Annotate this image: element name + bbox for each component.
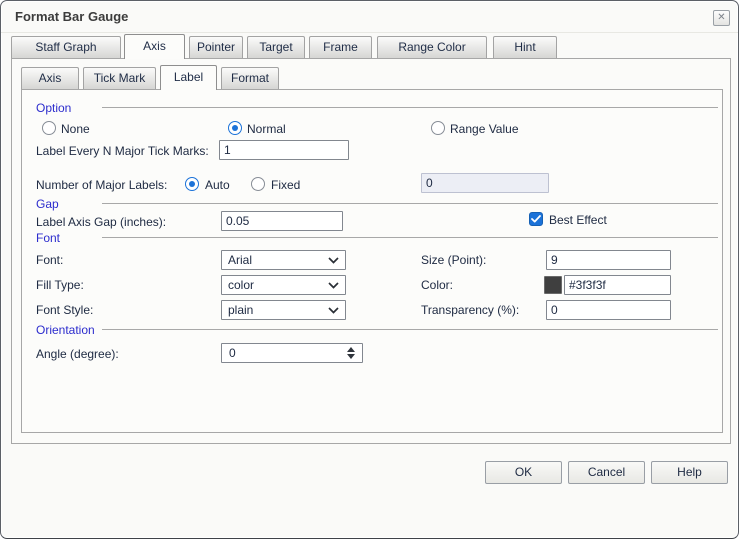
tab-pointer[interactable]: Pointer [189,36,243,58]
subtab-axis[interactable]: Axis [21,67,79,89]
font-select[interactable]: Arial [221,250,346,270]
label-every-n-input[interactable] [219,140,349,160]
dialog-title: Format Bar Gauge [15,9,128,24]
label-every-n-label: Label Every N Major Tick Marks: [36,144,209,158]
option-section-header: Option [36,101,71,115]
format-bar-gauge-dialog: Format Bar Gauge ✕ Staff Graph Axis Poin… [0,0,739,539]
fixed-radio[interactable] [251,177,265,191]
angle-degree-label: Angle (degree): [36,347,119,361]
fill-type-select-value: color [228,278,254,292]
tab-frame[interactable]: Frame [309,36,372,58]
transparency-input[interactable] [546,300,671,320]
font-select-value: Arial [228,253,252,267]
cancel-button[interactable]: Cancel [568,461,645,484]
fixed-count-input [421,173,549,193]
check-icon [531,215,541,223]
transparency-label: Transparency (%): [421,303,519,317]
color-label: Color: [421,278,453,292]
chevron-down-icon [328,257,339,264]
none-radio[interactable] [42,121,56,135]
stepper-arrows [347,347,355,359]
fill-type-select[interactable]: color [221,275,346,295]
orientation-section-divider [102,329,718,330]
best-effect-checkbox[interactable] [529,212,543,226]
font-style-select-value: plain [228,303,253,317]
font-style-select[interactable]: plain [221,300,346,320]
color-swatch[interactable] [544,276,562,294]
size-point-input[interactable] [546,250,671,270]
normal-radio[interactable] [228,121,242,135]
tab-axis[interactable]: Axis [124,34,185,59]
color-input[interactable] [564,275,671,295]
option-section-divider [102,107,718,108]
chevron-down-icon [328,307,339,314]
range-value-radio-label[interactable]: Range Value [450,122,519,136]
fill-type-label: Fill Type: [36,278,84,292]
angle-degree-value: 0 [229,346,236,360]
size-point-label: Size (Point): [421,253,486,267]
tab-target[interactable]: Target [247,36,305,58]
font-section-divider [102,237,718,238]
close-icon: ✕ [717,12,725,23]
tab-hint[interactable]: Hint [493,36,557,58]
best-effect-label[interactable]: Best Effect [549,213,607,227]
title-bar: Format Bar Gauge ✕ [1,1,738,33]
subtab-tick-mark[interactable]: Tick Mark [83,67,156,89]
subtab-label[interactable]: Label [160,65,217,90]
spinner-down-icon[interactable] [347,354,355,359]
orientation-section-header: Orientation [36,323,95,337]
close-button[interactable]: ✕ [713,10,730,26]
font-label: Font: [36,253,63,267]
font-section-header: Font [36,231,60,245]
normal-radio-label[interactable]: Normal [247,122,286,136]
tab-staff-graph[interactable]: Staff Graph [11,36,121,58]
spinner-up-icon[interactable] [347,347,355,352]
ok-button[interactable]: OK [485,461,562,484]
axis-sub-tab-bar: Axis Tick Mark Label Format [21,65,279,90]
chevron-down-icon [328,282,339,289]
main-tab-bar: Staff Graph Axis Pointer Target Frame Ra… [11,34,557,59]
tab-range-color[interactable]: Range Color [377,36,487,58]
font-style-label: Font Style: [36,303,93,317]
auto-radio[interactable] [185,177,199,191]
label-axis-gap-label: Label Axis Gap (inches): [36,215,166,229]
angle-degree-stepper[interactable]: 0 [221,343,363,363]
gap-section-header: Gap [36,197,59,211]
fixed-radio-label[interactable]: Fixed [271,178,300,192]
auto-radio-label[interactable]: Auto [205,178,230,192]
label-axis-gap-input[interactable] [221,211,343,231]
none-radio-label[interactable]: None [61,122,90,136]
number-major-labels-label: Number of Major Labels: [36,178,167,192]
gap-section-divider [102,203,718,204]
help-button[interactable]: Help [651,461,728,484]
range-value-radio[interactable] [431,121,445,135]
subtab-format[interactable]: Format [221,67,279,89]
